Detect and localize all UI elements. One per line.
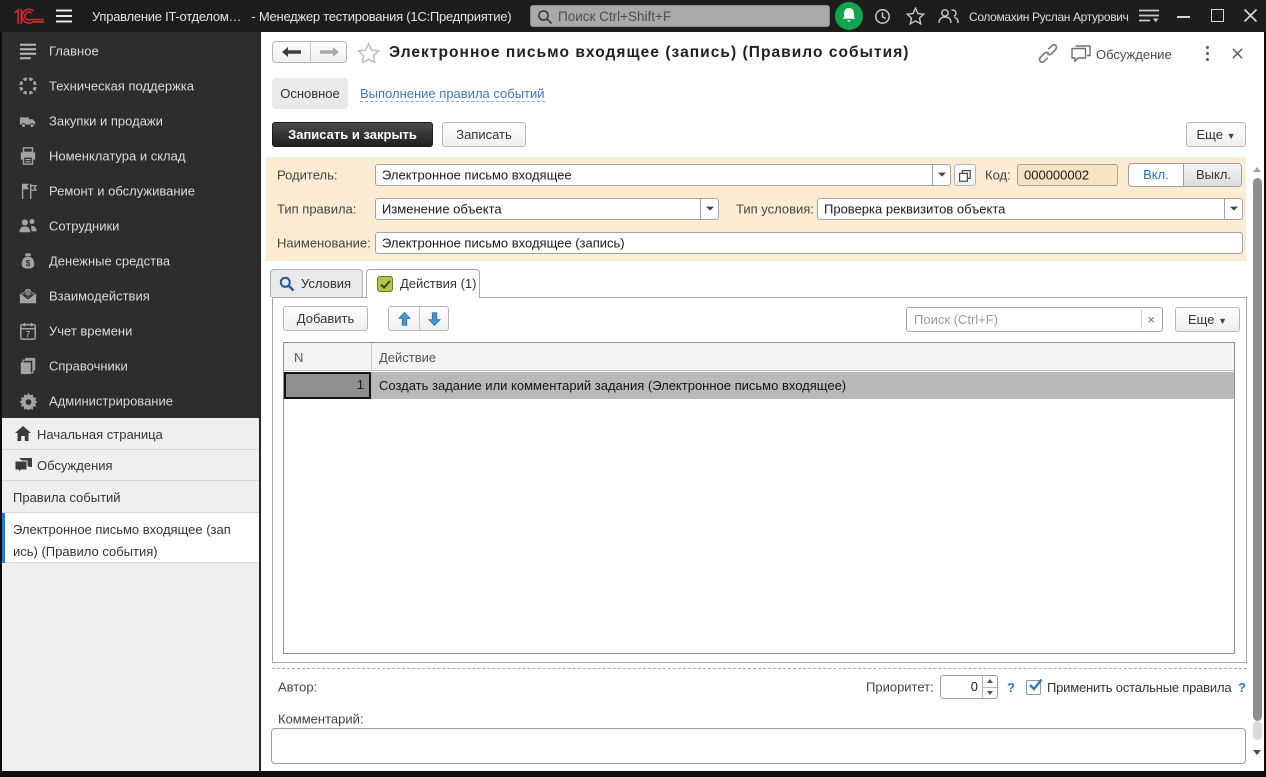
- svg-text:@: @: [25, 290, 32, 297]
- svg-text:$: $: [26, 258, 31, 267]
- svg-text:7: 7: [26, 329, 31, 338]
